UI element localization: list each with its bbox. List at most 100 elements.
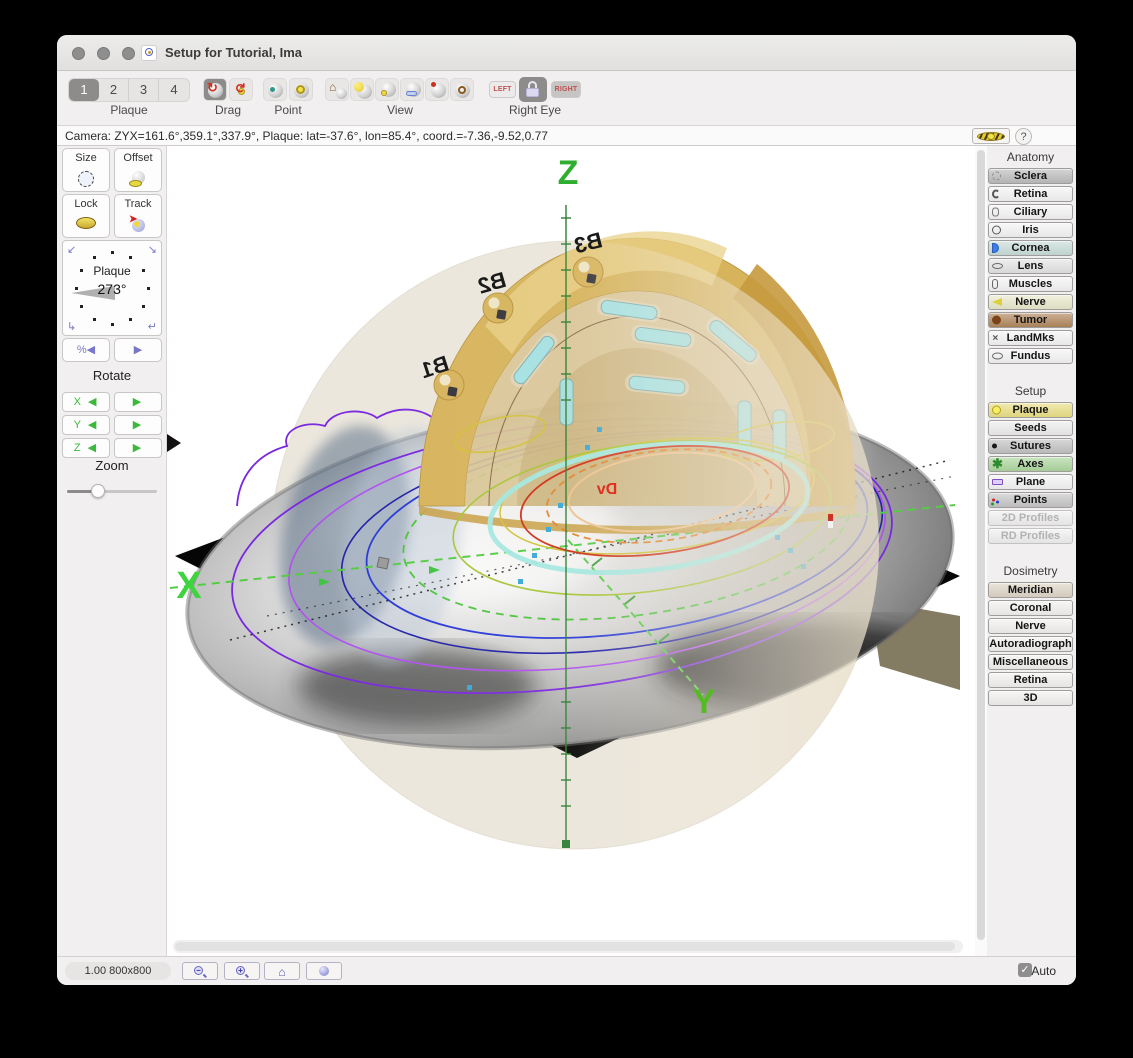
- scale-status: 1.00 800x800: [65, 962, 171, 980]
- view-home-button[interactable]: ⌂: [325, 78, 349, 101]
- title-bar[interactable]: Setup for Tutorial, Ima: [57, 35, 1076, 71]
- rotate-x-back-button[interactable]: X ◀: [62, 392, 110, 412]
- cornea-icon: [992, 243, 999, 253]
- camera-status-bar: Camera: ZYX=161.6°,359.1°,337.9°, Plaque…: [57, 125, 1076, 146]
- anatomy-item-muscles[interactable]: Muscles: [988, 276, 1073, 292]
- vertical-scrollbar[interactable]: [975, 146, 987, 956]
- point-mark-button[interactable]: [289, 78, 313, 101]
- tumor-icon: [992, 316, 1001, 325]
- dosimetry-item-meridian[interactable]: Meridian: [988, 582, 1073, 598]
- zoom-slider[interactable]: [67, 484, 157, 498]
- axis-z-label: Z: [558, 154, 579, 192]
- drag-group-label: Drag: [203, 103, 253, 117]
- plaque-segment-4[interactable]: 4: [159, 79, 189, 101]
- right-eye-group-label: Right Eye: [485, 103, 585, 117]
- help-button[interactable]: ?: [1015, 128, 1032, 145]
- horizontal-scrollbar[interactable]: [173, 940, 963, 953]
- anatomy-item-retina[interactable]: Retina: [988, 186, 1073, 202]
- right-control-panel: Anatomy Sclera Retina Ciliary Iris Corne…: [987, 146, 1076, 956]
- setup-item-seeds[interactable]: Seeds: [988, 420, 1073, 436]
- dial-value: 273°: [63, 281, 161, 297]
- rotate-x-forward-button[interactable]: ▶: [114, 392, 162, 412]
- eye-lock-button[interactable]: [519, 77, 547, 102]
- plaque-indicator-button[interactable]: [972, 128, 1010, 144]
- anatomy-item-fundus[interactable]: Fundus: [988, 348, 1073, 364]
- home-view-button[interactable]: ⌂: [264, 962, 300, 980]
- drag-tilt-button[interactable]: ↻: [229, 78, 253, 101]
- offset-button[interactable]: Offset: [114, 148, 162, 192]
- toolbar: 1 2 3 4 Plaque ↻ ↻ Drag Point ⌂: [57, 71, 1076, 125]
- dial-corner-br-icon[interactable]: ↵: [148, 320, 157, 333]
- view-group-label: View: [325, 103, 475, 117]
- landmarks-icon: ✕: [992, 334, 999, 343]
- anatomy-item-lens[interactable]: Lens: [988, 258, 1073, 274]
- setup-item-rd-profiles: RD Profiles: [988, 528, 1073, 544]
- vertical-scrollbar-thumb[interactable]: [977, 150, 985, 940]
- plaque-gold-icon: [76, 217, 96, 229]
- minimize-icon[interactable]: [97, 47, 110, 60]
- setup-item-sutures[interactable]: Sutures: [988, 438, 1073, 454]
- dosimetry-item-miscellaneous[interactable]: Miscellaneous: [988, 654, 1073, 670]
- tilt-arrow-icon: ↻: [231, 83, 247, 94]
- rotate-y-forward-button[interactable]: ▶: [114, 415, 162, 435]
- zoom-slider-thumb[interactable]: [91, 484, 105, 498]
- anatomy-item-nerve[interactable]: Nerve: [988, 294, 1073, 310]
- auto-checkbox-label: Auto: [1031, 964, 1056, 978]
- horizontal-scrollbar-thumb[interactable]: [175, 942, 955, 951]
- plaque-segment-1[interactable]: 1: [69, 79, 99, 101]
- plaque-segment-2[interactable]: 2: [99, 79, 129, 101]
- rotate-z-forward-button[interactable]: ▶: [114, 438, 162, 458]
- step-forward-button[interactable]: ▶: [114, 338, 162, 362]
- nerve-icon: [992, 298, 1002, 306]
- rotate-y-back-button[interactable]: Y ◀: [62, 415, 110, 435]
- dial-corner-tr-icon[interactable]: ↘: [148, 243, 157, 256]
- size-button[interactable]: Size: [62, 148, 110, 192]
- left-eye-button[interactable]: LEFT: [489, 81, 516, 98]
- zoom-window-icon[interactable]: [122, 47, 135, 60]
- dosimetry-item-nerve[interactable]: Nerve: [988, 618, 1073, 634]
- setup-item-plaque[interactable]: Plaque: [988, 402, 1073, 418]
- point-select-button[interactable]: [263, 78, 287, 101]
- 3d-scene[interactable]: Z X Y B3 B2 B1 Dv: [167, 146, 975, 956]
- dial-corner-bl-icon[interactable]: ↳: [67, 320, 76, 333]
- dial-corner-tl-icon[interactable]: ↙: [67, 243, 76, 256]
- setup-item-axes[interactable]: ✱Axes: [988, 456, 1073, 472]
- drag-rotate-button[interactable]: ↻: [203, 78, 227, 101]
- dosimetry-item-autoradiograph[interactable]: Autoradiograph: [988, 636, 1073, 652]
- view-plaque-bottom-button[interactable]: [375, 78, 399, 101]
- sclera-icon: [992, 172, 1001, 181]
- view-mark-button[interactable]: [425, 78, 449, 101]
- dial-label: Plaque: [63, 264, 161, 278]
- anatomy-item-cornea[interactable]: Cornea: [988, 240, 1073, 256]
- 3d-viewport[interactable]: Z X Y B3 B2 B1 Dv: [167, 146, 975, 956]
- anatomy-item-sclera[interactable]: Sclera: [988, 168, 1073, 184]
- plaque-rotation-dial[interactable]: ↙ ↘ ↳ ↵ Plaque 273°: [62, 240, 162, 336]
- track-button[interactable]: Track ➤: [114, 194, 162, 238]
- view-lens-button[interactable]: [400, 78, 424, 101]
- zoom-out-button[interactable]: −: [182, 962, 218, 980]
- dosimetry-item-coronal[interactable]: Coronal: [988, 600, 1073, 616]
- anatomy-item-iris[interactable]: Iris: [988, 222, 1073, 238]
- close-icon[interactable]: [72, 47, 85, 60]
- dosimetry-item-retina[interactable]: Retina: [988, 672, 1073, 688]
- anatomy-item-tumor[interactable]: Tumor: [988, 312, 1073, 328]
- anatomy-item-ciliary[interactable]: Ciliary: [988, 204, 1073, 220]
- snapshot-button[interactable]: [306, 962, 342, 980]
- zoom-in-button[interactable]: +: [224, 962, 260, 980]
- auto-checkbox[interactable]: ✓: [1018, 963, 1032, 977]
- setup-item-plane[interactable]: Plane: [988, 474, 1073, 490]
- rotate-z-back-button[interactable]: Z ◀: [62, 438, 110, 458]
- magnifier-plus-icon: +: [236, 966, 245, 975]
- right-eye-button[interactable]: RIGHT: [551, 81, 581, 98]
- lock-plaque-button[interactable]: Lock: [62, 194, 110, 238]
- step-back-button[interactable]: %◀: [62, 338, 110, 362]
- view-plaque-button[interactable]: [350, 78, 374, 101]
- setup-item-points[interactable]: Points: [988, 492, 1073, 508]
- app-icon: [141, 45, 157, 61]
- view-tumor-button[interactable]: [450, 78, 474, 101]
- plaque-segment-3[interactable]: 3: [129, 79, 159, 101]
- plaque-segmented-control[interactable]: 1 2 3 4: [68, 78, 190, 102]
- iris-icon: [992, 226, 1001, 235]
- dosimetry-item-3d[interactable]: 3D: [988, 690, 1073, 706]
- anatomy-item-landmks[interactable]: ✕LandMks: [988, 330, 1073, 346]
